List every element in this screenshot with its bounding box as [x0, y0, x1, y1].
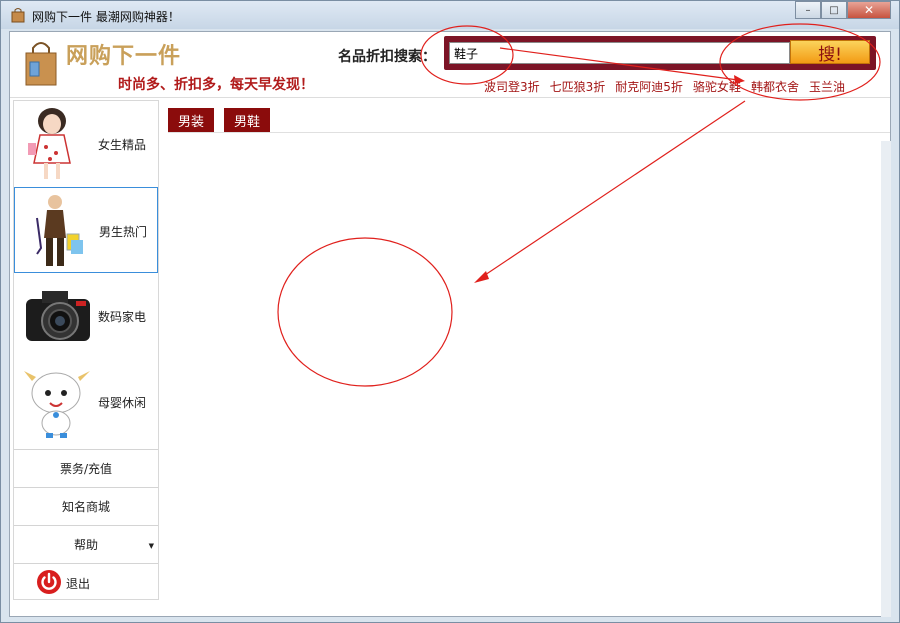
window-title: 网购下一件 最潮网购神器！ [32, 10, 180, 24]
sidebar-item-label: 女生精品 [98, 138, 147, 152]
sidebar-item-women[interactable]: 女生精品 [14, 101, 158, 187]
hot-link[interactable]: 波司登3折 [484, 78, 540, 95]
chevron-down-icon: ▼ [148, 542, 154, 550]
app-window: 网购下一件 最潮网购神器！ – □ ✕ 网购下一件 时尚多、折扣多，每天早发现！… [0, 0, 900, 623]
minimize-button[interactable]: – [795, 1, 821, 19]
close-button[interactable]: ✕ [847, 1, 891, 19]
sidebar-item-label: 数码家电 [98, 310, 147, 324]
header: 网购下一件 时尚多、折扣多，每天早发现！ 名品折扣搜索： 搜! 波司登3折 七匹… [10, 32, 890, 98]
shopping-bag-icon [11, 8, 25, 23]
girl-icon [28, 108, 71, 179]
exit-button[interactable]: 退出 [14, 563, 158, 601]
sidebar-item-tickets[interactable]: 票务/充值 [14, 449, 158, 487]
sidebar-item-label: 男生热门 [99, 225, 148, 239]
hot-link[interactable]: 韩都衣舍 [751, 78, 799, 95]
tab-bar: 男装 男鞋 [168, 108, 271, 132]
sidebar-item-digital[interactable]: 数码家电 [14, 273, 158, 359]
tab-mens-shoes[interactable]: 男鞋 [224, 108, 271, 132]
sidebar: 女生精品 男生热门 数码家电 母婴休闲 票务/充值 知名商城 帮助 ▼ 退出 [13, 100, 159, 600]
tab-divider [168, 132, 890, 133]
sidebar-item-label: 知名商城 [61, 500, 110, 514]
sidebar-item-label: 母婴休闲 [98, 396, 147, 410]
hot-search-links: 波司登3折 七匹狼3折 耐克阿迪5折 骆驼女鞋 韩都衣舍 玉兰油 [484, 78, 845, 95]
man-icon [36, 195, 83, 266]
hot-link[interactable]: 耐克阿迪5折 [615, 78, 683, 95]
search-button[interactable]: 搜! [790, 40, 870, 65]
title-bar: 网购下一件 最潮网购神器！ – □ ✕ [1, 1, 899, 29]
window-edge-strip [881, 141, 891, 617]
power-icon [37, 570, 61, 594]
app-client-area: 网购下一件 时尚多、折扣多，每天早发现！ 名品折扣搜索： 搜! 波司登3折 七匹… [9, 31, 891, 617]
hot-link[interactable]: 玉兰油 [809, 78, 845, 95]
sidebar-item-stores[interactable]: 知名商城 [14, 487, 158, 525]
sheep-icon [24, 371, 90, 438]
search-label: 名品折扣搜索： [338, 49, 436, 65]
tab-mens-clothing[interactable]: 男装 [168, 108, 215, 132]
app-logo-title: 网购下一件 [66, 44, 182, 69]
sidebar-item-baby[interactable]: 母婴休闲 [14, 359, 158, 445]
sidebar-item-men[interactable]: 男生热门 [14, 187, 158, 273]
hot-link[interactable]: 骆驼女鞋 [693, 78, 741, 95]
exit-label: 退出 [66, 577, 91, 591]
maximize-button[interactable]: □ [821, 1, 847, 19]
hot-link[interactable]: 七匹狼3折 [550, 78, 606, 95]
sidebar-item-label: 票务/充值 [59, 462, 113, 476]
content-area: 男装 男鞋 [168, 100, 890, 616]
shopping-bag-logo-icon [25, 42, 57, 86]
search-input[interactable] [449, 42, 790, 64]
sidebar-item-help[interactable]: 帮助 ▼ [14, 525, 158, 563]
search-box: 搜! [444, 36, 876, 70]
camera-icon [26, 291, 90, 341]
slogan: 时尚多、折扣多，每天早发现！ [118, 77, 314, 93]
sidebar-item-label: 帮助 [73, 538, 98, 552]
